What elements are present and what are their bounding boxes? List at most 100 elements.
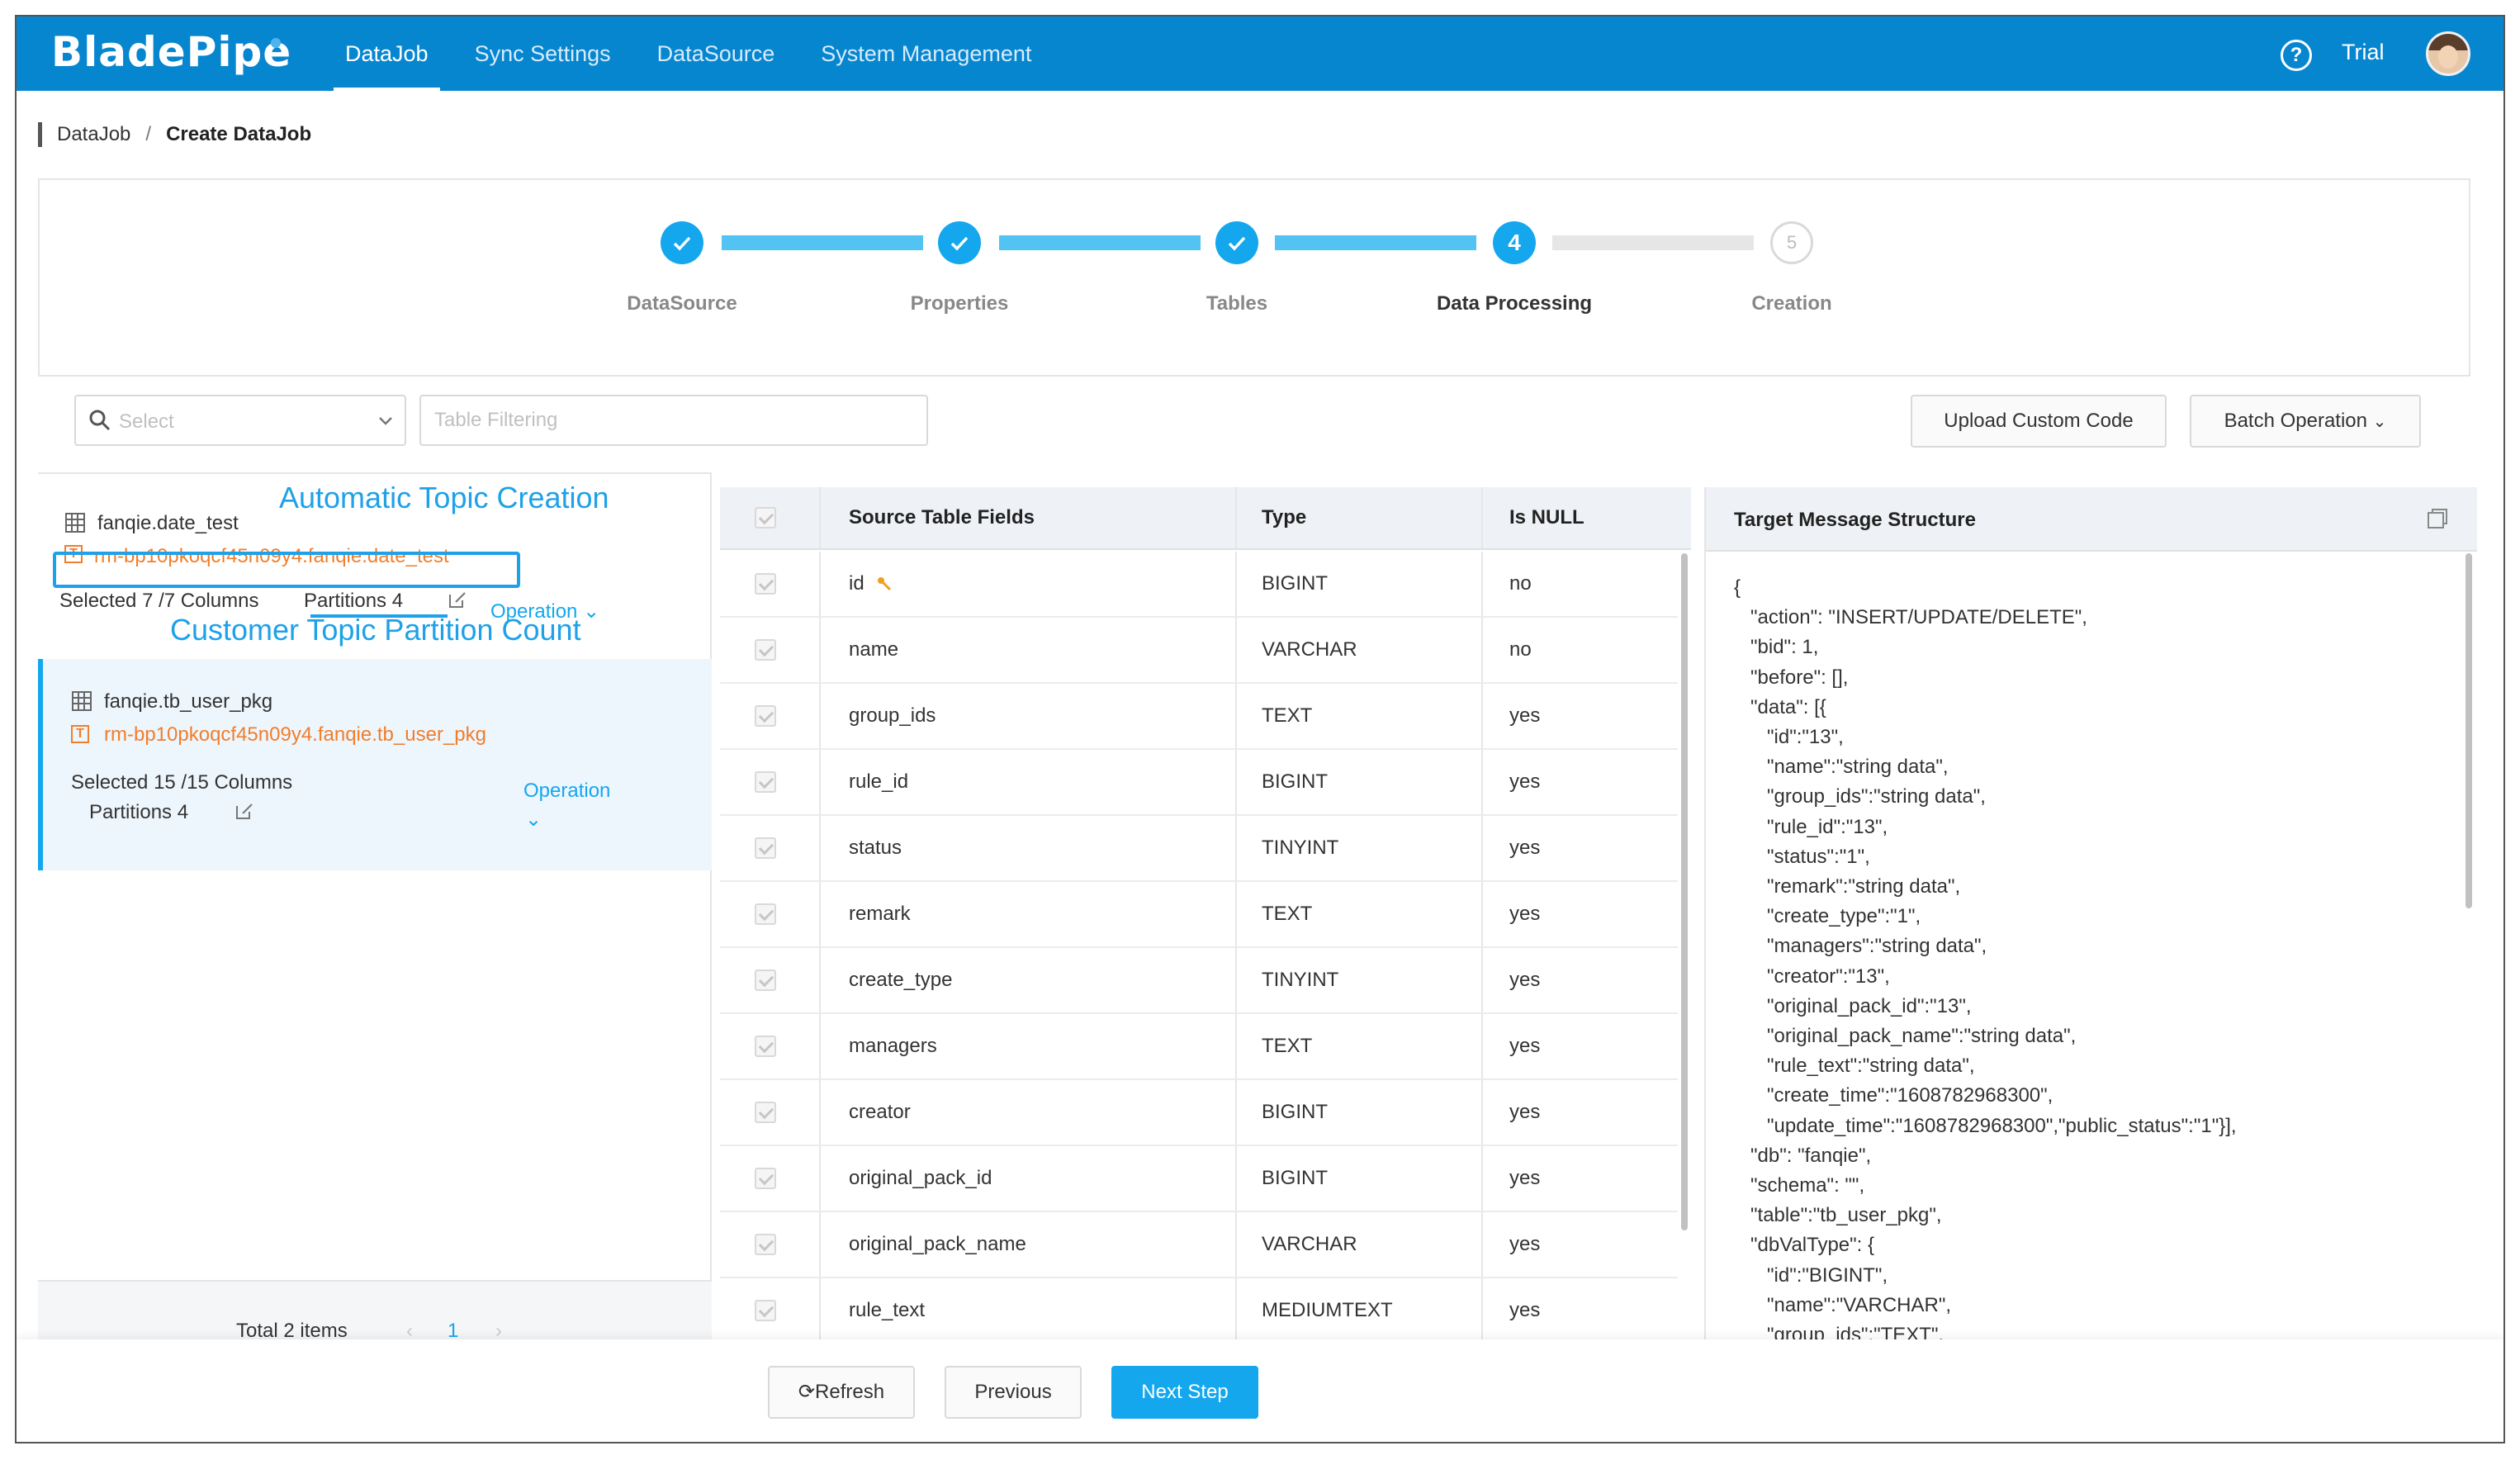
table-select[interactable]: Select: [74, 395, 406, 446]
field-name-cell: creator: [849, 1080, 911, 1145]
field-type: BIGINT: [1262, 770, 1329, 793]
json-line: "id":"13",: [1734, 726, 1844, 749]
field-is-null: yes: [1509, 1299, 1541, 1321]
json-line: "schema": "",: [1734, 1174, 1865, 1197]
json-line: "group_ids":"string data",: [1734, 785, 1986, 808]
edit-icon[interactable]: [234, 801, 254, 821]
field-table-scrollbar[interactable]: [1681, 553, 1688, 1230]
step-5-number: 5: [1770, 221, 1813, 264]
select-all-checkbox[interactable]: [755, 487, 776, 548]
json-line: "name":"VARCHAR",: [1734, 1293, 1952, 1316]
table-row: remark TEXT yes: [720, 882, 1678, 948]
step-2-connector: [999, 235, 1201, 250]
json-line: "original_pack_id":"13",: [1734, 994, 1972, 1017]
brand-logo[interactable]: BladePipe: [51, 28, 291, 76]
step-1-connector: [722, 235, 923, 250]
partitions-label: Partitions 4: [89, 801, 189, 823]
nav-datajob[interactable]: DataJob: [322, 17, 452, 91]
table-grid-icon: [65, 513, 85, 533]
json-line: "action": "INSERT/UPDATE/DELETE",: [1734, 606, 2087, 629]
breadcrumb-separator: /: [145, 123, 152, 145]
upload-custom-code-button[interactable]: Upload Custom Code: [1911, 395, 2167, 448]
field-type: TINYINT: [1262, 969, 1339, 991]
field-is-null: yes: [1509, 903, 1541, 925]
field-name-cell: name: [849, 618, 898, 682]
row-checkbox[interactable]: [755, 684, 776, 748]
field-type: BIGINT: [1262, 1101, 1329, 1123]
table-item[interactable]: fanqie.tb_user_pkg T rm-bp10pkoqcf45n09y…: [38, 659, 712, 870]
avatar-face: [2438, 45, 2458, 69]
json-line: "name":"string data",: [1734, 756, 1949, 779]
json-line: "status":"1",: [1734, 845, 1870, 868]
table-header: Source Table Fields Type Is NULL: [720, 487, 1691, 550]
breadcrumb-bar: [38, 122, 42, 147]
help-icon[interactable]: ?: [2281, 40, 2312, 71]
row-checkbox[interactable]: [755, 882, 776, 946]
annotation-partition-count: Customer Topic Partition Count: [170, 613, 581, 647]
field-type: TEXT: [1262, 1035, 1313, 1057]
row-checkbox[interactable]: [755, 1080, 776, 1145]
nav-datasource[interactable]: DataSource: [634, 17, 798, 91]
row-checkbox[interactable]: [755, 948, 776, 1012]
field-name: managers: [849, 1035, 937, 1057]
main-nav: DataJob Sync Settings DataSource System …: [322, 17, 1054, 91]
chevron-down-icon[interactable]: ⌄: [525, 808, 542, 832]
next-step-button[interactable]: Next Step: [1111, 1366, 1258, 1419]
table-row: group_ids TEXT yes: [720, 684, 1678, 750]
field-type: MEDIUMTEXT: [1262, 1299, 1393, 1321]
field-name-cell: original_pack_name: [849, 1212, 1026, 1277]
row-checkbox[interactable]: [755, 816, 776, 880]
json-line: "db": "fanqie",: [1734, 1144, 1872, 1167]
row-checkbox[interactable]: [755, 552, 776, 616]
step-3-connector: [1275, 235, 1476, 250]
table-row: original_pack_name VARCHAR yes: [720, 1212, 1678, 1278]
operation-dropdown[interactable]: Operation: [523, 780, 610, 803]
row-checkbox[interactable]: [755, 1014, 776, 1078]
field-is-null: no: [1509, 638, 1532, 661]
json-line: "before": [],: [1734, 666, 1849, 689]
breadcrumb: DataJob / Create DataJob: [38, 122, 311, 147]
row-checkbox[interactable]: [755, 1212, 776, 1277]
refresh-button[interactable]: ⟳Refresh: [768, 1366, 915, 1419]
select-placeholder: Select: [119, 410, 174, 433]
user-trial-label[interactable]: Trial: [2342, 40, 2385, 65]
selected-columns-link[interactable]: Selected 7 /7 Columns: [59, 590, 258, 613]
edit-icon[interactable]: [448, 590, 467, 609]
previous-button[interactable]: Previous: [945, 1366, 1082, 1419]
header-is-null: Is NULL: [1509, 506, 1584, 529]
field-name: create_type: [849, 969, 953, 991]
topic-name: rm-bp10pkoqcf45n09y4.fanqie.tb_user_pkg: [104, 723, 486, 746]
field-is-null: yes: [1509, 1101, 1541, 1123]
header-source-fields: Source Table Fields: [849, 506, 1035, 529]
target-scrollbar[interactable]: [2466, 553, 2472, 908]
target-header: Target Message Structure: [1706, 487, 2477, 552]
json-line: "create_type":"1",: [1734, 905, 1921, 928]
nav-system-management[interactable]: System Management: [798, 17, 1054, 91]
row-checkbox[interactable]: [755, 618, 776, 682]
field-is-null: yes: [1509, 969, 1541, 991]
field-is-null: yes: [1509, 837, 1541, 859]
batch-operation-button[interactable]: Batch Operation ⌄: [2190, 395, 2421, 448]
row-checkbox[interactable]: [755, 1278, 776, 1343]
json-line: "rule_text":"string data",: [1734, 1055, 1975, 1078]
selected-columns-link[interactable]: Selected 15 /15 Columns: [71, 771, 292, 794]
table-filter-input-box[interactable]: [419, 395, 928, 446]
json-line: {: [1734, 576, 1741, 599]
row-checkbox[interactable]: [755, 750, 776, 814]
field-name-cell: managers: [849, 1014, 937, 1078]
copy-icon[interactable]: [2426, 507, 2449, 530]
steps-card: 4 5 DataSource Properties Tables Data Pr…: [38, 178, 2470, 377]
primary-key-icon: [877, 577, 891, 591]
field-type: VARCHAR: [1262, 638, 1357, 661]
field-name: status: [849, 837, 902, 859]
row-checkbox[interactable]: [755, 1146, 776, 1211]
breadcrumb-parent[interactable]: DataJob: [57, 123, 130, 146]
logo-dot-icon: [271, 38, 281, 48]
step-4-number: 4: [1493, 221, 1536, 264]
nav-sync-settings[interactable]: Sync Settings: [452, 17, 634, 91]
field-name-cell: remark: [849, 882, 911, 946]
table-row: status TINYINT yes: [720, 816, 1678, 882]
avatar[interactable]: [2426, 31, 2470, 76]
step-label-data-processing: Data Processing: [1436, 292, 1593, 315]
table-filter-input[interactable]: [421, 396, 926, 444]
